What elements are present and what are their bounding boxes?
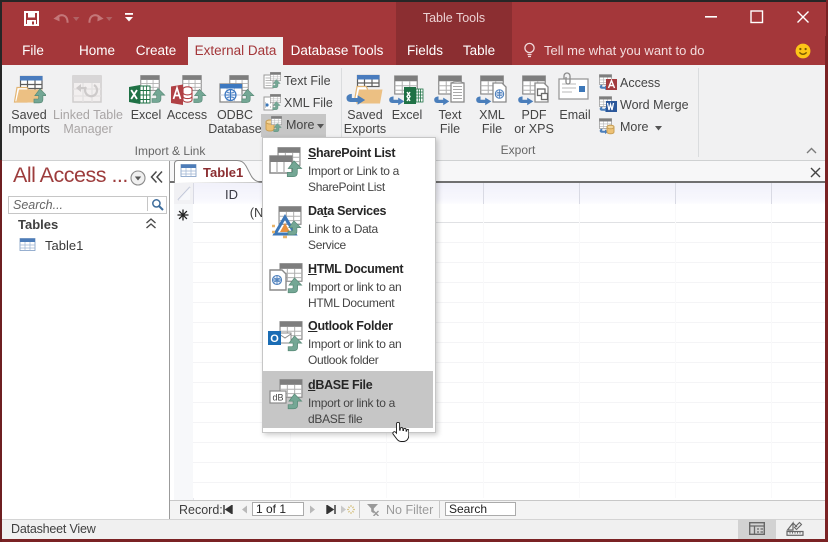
svg-text:O: O: [270, 333, 279, 345]
svg-text:dB: dB: [272, 393, 283, 403]
